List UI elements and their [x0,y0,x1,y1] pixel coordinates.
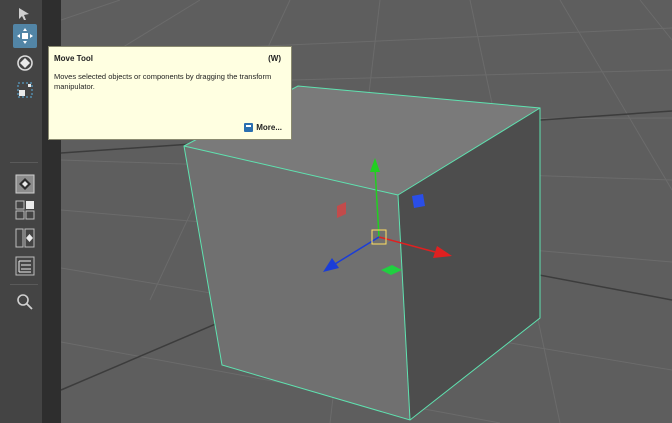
two-pane-icon [15,228,35,248]
arrow-select-icon [19,8,29,20]
single-view-icon [15,174,35,194]
four-view-icon [15,200,35,220]
scale-tool-button[interactable] [13,78,37,102]
more-label: More... [256,123,282,132]
single-perspective-view-button[interactable] [13,172,37,196]
scale-icon [17,82,33,98]
tooltip-description: Moves selected objects or components by … [54,72,272,91]
xy-plane-handle[interactable] [412,194,425,208]
toolbox-separator [10,284,38,285]
more-help-link[interactable]: More... [244,123,282,132]
search-button[interactable] [13,290,37,314]
tooltip-hotkey: (W) [268,54,281,63]
outliner-icon [15,256,35,276]
move-arrows-icon [17,28,33,44]
rotate-tool-button[interactable] [13,51,37,75]
help-video-icon [244,123,254,132]
toolbox [0,0,42,423]
persp-outliner-layout-button[interactable] [13,226,37,250]
outliner-layout-button[interactable] [13,254,37,278]
tooltip-title: Move Tool [54,54,93,63]
move-tool-button[interactable] [13,24,37,48]
magnifier-icon [17,294,33,310]
select-tool-button[interactable] [13,2,37,26]
four-view-layout-button[interactable] [13,198,37,222]
toolbox-separator [10,162,38,163]
move-tool-tooltip: Move Tool (W) Moves selected objects or … [48,46,292,140]
rotate-icon [17,55,33,71]
